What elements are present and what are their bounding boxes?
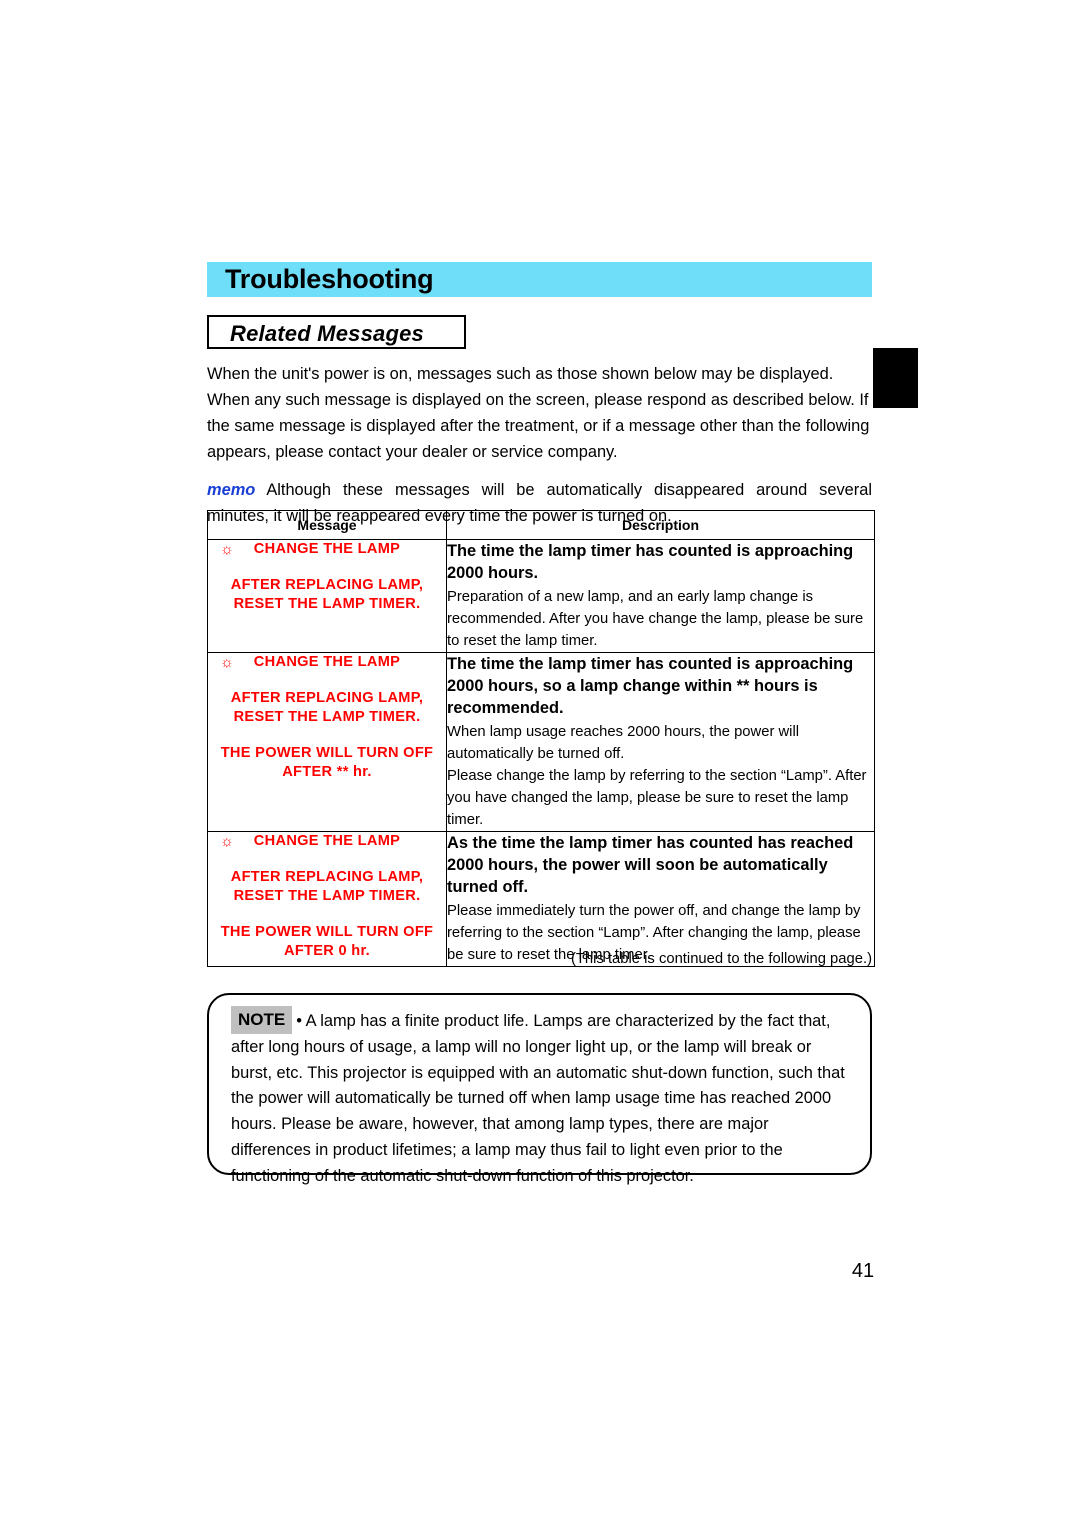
description-cell: The time the lamp timer has counted is a… [446,652,875,832]
message-line-text: CHANGE THE LAMP [253,541,401,557]
sun-icon: ☼ [220,654,235,671]
page-title: Troubleshooting [225,264,434,294]
section-heading-box: Related Messages [207,315,466,349]
message-cell: ☼ CHANGE THE LAMP AFTER REPLACING LAMP, … [207,539,447,653]
table-row: ☼ CHANGE THE LAMP AFTER REPLACING LAMP, … [207,539,875,653]
message-cell: ☼ CHANGE THE LAMP AFTER REPLACING LAMP, … [207,831,447,967]
message-primary-line: ☼ CHANGE THE LAMP [208,832,446,851]
message-primary-line: ☼ CHANGE THE LAMP [208,653,446,672]
sun-icon: ☼ [220,833,235,850]
message-line-text: CHANGE THE LAMP [253,654,401,670]
message-line-text: RESET THE LAMP TIMER. [233,888,421,904]
message-line-text: AFTER ** hr. [282,764,372,780]
message-secondary-block: AFTER REPLACING LAMP, RESET THE LAMP TIM… [208,868,446,906]
intro-paragraph-1: When the unit's power is on, messages su… [207,365,870,461]
page-number: 41 [851,1260,875,1282]
description-headline: The time the lamp timer has counted is a… [447,542,854,582]
memo-label: memo [207,481,256,499]
column-header-message: Message [207,510,447,540]
description-body: Preparation of a new lamp, and an early … [447,589,864,649]
related-messages-table: Message Description ☼ CHANGE THE LAMP AF… [207,510,875,967]
message-line-text: THE POWER WILL TURN OFF [220,745,434,761]
chapter-heading-bar: Troubleshooting [207,262,872,297]
note-content: NOTE • A lamp has a finite product life. … [231,1006,851,1190]
message-line-text: RESET THE LAMP TIMER. [233,596,421,612]
note-callout-box: NOTE • A lamp has a finite product life. … [207,993,872,1185]
description-cell: As the time the lamp timer has counted h… [446,831,875,967]
column-header-description: Description [446,510,875,540]
message-tertiary-block: THE POWER WILL TURN OFF AFTER ** hr. [208,744,446,782]
intro-text-block: When the unit's power is on, messages su… [207,361,872,529]
table-continued-note: (This table is continued to the followin… [570,951,872,967]
message-primary-line: ☼ CHANGE THE LAMP [208,540,446,559]
table-header-row: Message Description [207,510,875,540]
description-body: When lamp usage reaches 2000 hours, the … [447,724,800,762]
message-secondary-block: AFTER REPLACING LAMP, RESET THE LAMP TIM… [208,576,446,614]
message-secondary-block: AFTER REPLACING LAMP, RESET THE LAMP TIM… [208,689,446,727]
description-headline: The time the lamp timer has counted is a… [447,655,854,717]
note-text: • A lamp has a finite product life. Lamp… [231,1012,845,1185]
table-row: ☼ CHANGE THE LAMP AFTER REPLACING LAMP, … [207,831,875,967]
description-headline: As the time the lamp timer has counted h… [447,834,854,896]
message-line-text: AFTER REPLACING LAMP, [230,690,424,706]
note-label-badge: NOTE [231,1006,293,1034]
message-line-text: AFTER REPLACING LAMP, [230,577,424,593]
message-line-text: RESET THE LAMP TIMER. [233,709,421,725]
message-cell: ☼ CHANGE THE LAMP AFTER REPLACING LAMP, … [207,652,447,832]
description-cell: The time the lamp timer has counted is a… [446,539,875,653]
page-edge-tab-marker [873,348,918,408]
table-row: ☼ CHANGE THE LAMP AFTER REPLACING LAMP, … [207,652,875,832]
sun-icon: ☼ [220,541,235,558]
document-page: Troubleshooting Related Messages When th… [0,0,1080,1528]
section-title: Related Messages [230,321,424,346]
message-line-text: AFTER REPLACING LAMP, [230,869,424,885]
message-line-text: THE POWER WILL TURN OFF [220,924,434,940]
description-body: Please change the lamp by referring to t… [447,768,867,828]
message-line-text: CHANGE THE LAMP [253,833,401,849]
